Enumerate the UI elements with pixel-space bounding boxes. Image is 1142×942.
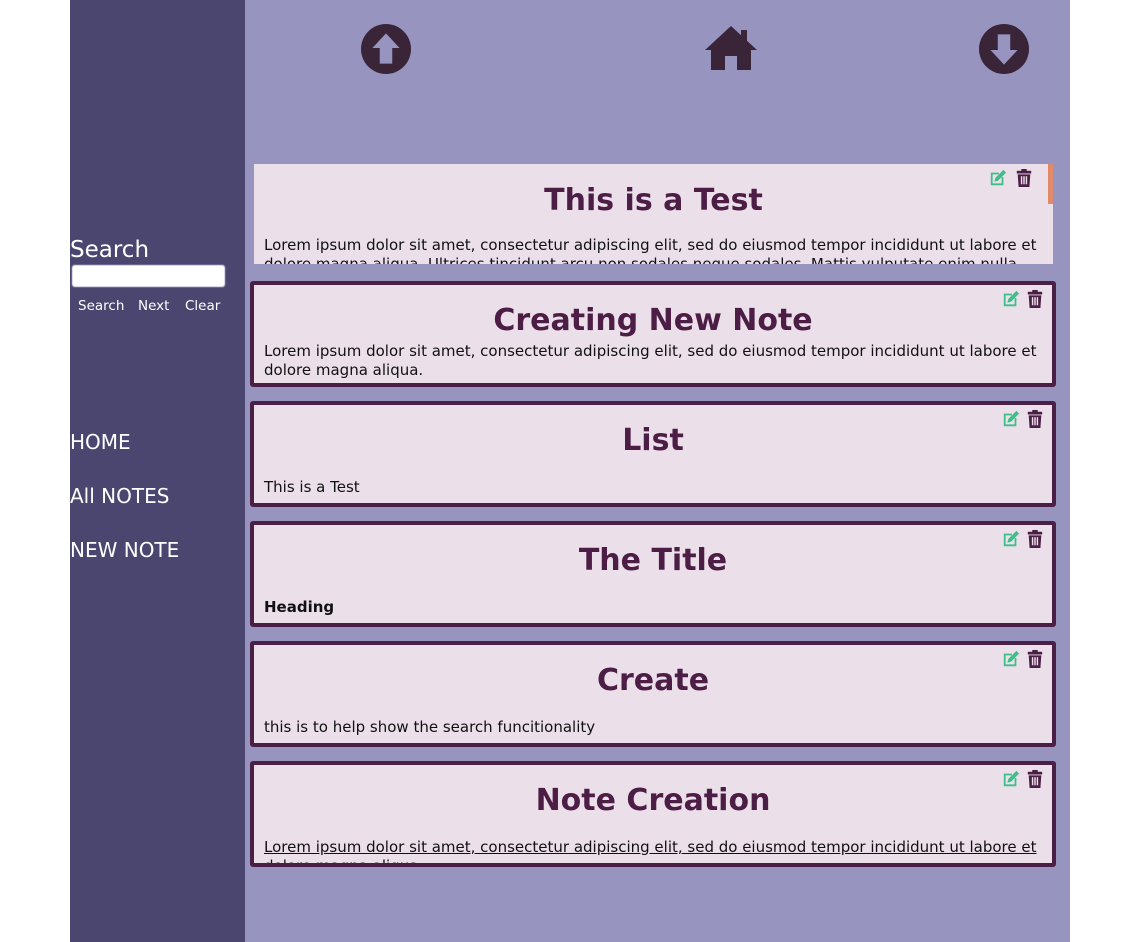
nav-item-new-note[interactable]: NEW NOTE [70, 538, 179, 562]
next-button[interactable]: Next [138, 296, 169, 316]
arrow-down-circle-icon[interactable] [979, 24, 1029, 74]
main-content: This is a Test Lorem ipsum dolor sit ame… [245, 0, 1070, 942]
note-body: Lorem ipsum dolor sit amet, consectetur … [264, 342, 1037, 379]
note-title: Create [596, 663, 710, 698]
note-body: this is to help show the search funcitio… [264, 718, 596, 736]
search-input[interactable] [71, 264, 226, 288]
note-body: Heading [264, 598, 335, 616]
nav-item-all-notes[interactable]: All NOTES [70, 484, 169, 508]
note-body: Lorem ipsum dolor sit amet, consectetur … [264, 838, 1037, 867]
note-title: The Title [578, 543, 728, 578]
note-card[interactable]: The Title Heading [250, 521, 1056, 627]
nav-item-home[interactable]: HOME [70, 430, 131, 454]
sidebar: Search Search Next Clear HOME All NOTES … [70, 0, 245, 942]
note-title: Note Creation [535, 783, 771, 818]
clear-button[interactable]: Clear [185, 296, 220, 316]
app-window: Search Search Next Clear HOME All NOTES … [70, 0, 1070, 942]
note-title: List [622, 423, 684, 458]
search-title: Search [70, 237, 150, 263]
note-card[interactable]: This is a Test Lorem ipsum dolor sit ame… [254, 164, 1053, 264]
home-icon[interactable] [703, 24, 759, 74]
note-card[interactable]: Note Creation Lorem ipsum dolor sit amet… [250, 761, 1056, 867]
note-title: Creating New Note [493, 303, 813, 338]
note-body: This is a Test [264, 478, 360, 496]
search-button[interactable]: Search [78, 296, 124, 316]
arrow-up-circle-icon[interactable] [361, 24, 411, 74]
note-card[interactable]: Create this is to help show the search f… [250, 641, 1056, 747]
note-title: This is a Test [544, 183, 763, 218]
note-card[interactable]: List This is a Test [250, 401, 1056, 507]
note-card[interactable]: Creating New Note Lorem ipsum dolor sit … [250, 281, 1056, 387]
note-body: Lorem ipsum dolor sit amet, consectetur … [264, 236, 1037, 264]
